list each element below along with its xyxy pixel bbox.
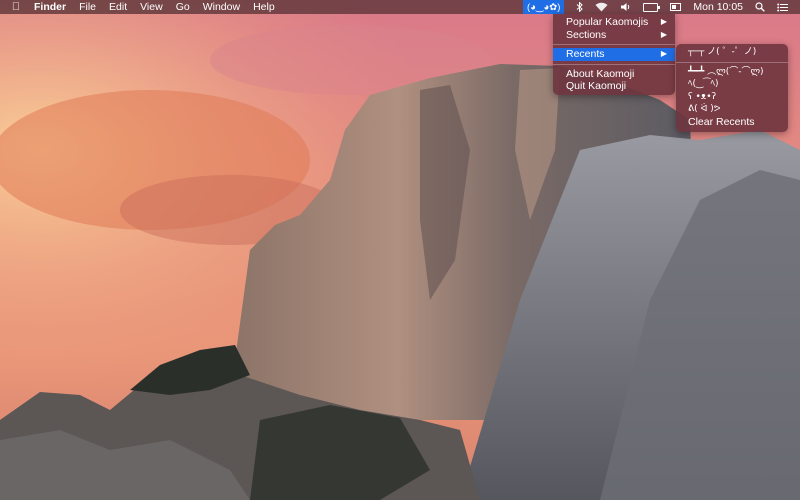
menu-item-label: Sections (566, 28, 607, 41)
menu-separator (676, 61, 788, 63)
menu-item-label: Quit Kaomoji (566, 80, 627, 92)
menu-view[interactable]: View (140, 1, 163, 13)
menu-window[interactable]: Window (203, 1, 240, 13)
menu-item-popular-kaomojis[interactable]: Popular Kaomojis ▶ (553, 16, 675, 29)
submenu-arrow-icon: ▶ (660, 29, 667, 39)
submenu-arrow-icon: ▶ (660, 17, 667, 26)
spotlight-icon[interactable] (755, 2, 765, 12)
menu-go[interactable]: Go (176, 1, 190, 13)
menu-edit[interactable]: Edit (109, 1, 127, 13)
wifi-icon[interactable] (595, 2, 608, 12)
recents-submenu: ┬─┬ ノ( ゜-゜ノ) ┻━┻ ︵ლ(⌒-⌒ლ) ﾍ(‿⁀ﾍ) ʕ •ᴥ•ʔ … (676, 44, 788, 132)
menu-separator (553, 63, 675, 65)
menu-item-label: About Kaomoji (566, 67, 635, 80)
menu-item-label: Recents (566, 48, 605, 60)
menu-item-about[interactable]: About Kaomoji (553, 68, 675, 81)
recent-kaomoji-item[interactable]: ᕕ( ᐛ )ᕗ (676, 103, 788, 116)
menu-item-quit[interactable]: Quit Kaomoji (553, 80, 675, 93)
recent-kaomoji-item[interactable]: ┻━┻ ︵ლ(⌒-⌒ლ) (676, 66, 788, 79)
menu-item-sections[interactable]: Sections ▶ (553, 29, 675, 42)
clear-recents-item[interactable]: Clear Recents (676, 116, 788, 129)
menu-item-recents[interactable]: Recents ▶ (553, 48, 675, 61)
recent-kaomoji-item[interactable]: ┬─┬ ノ( ゜-゜ノ) (676, 46, 788, 59)
menu-bar:  Finder File Edit View Go Window Help (… (0, 0, 800, 14)
menu-file[interactable]: File (79, 1, 96, 13)
notification-center-icon[interactable] (777, 3, 788, 12)
submenu-arrow-icon: ▶ (660, 49, 667, 58)
bluetooth-icon[interactable] (576, 2, 584, 12)
apple-icon[interactable]:  (9, 1, 23, 13)
clock[interactable]: Mon 10:05 (693, 1, 743, 13)
kaomoji-menu: Popular Kaomojis ▶ Sections ▶ Recents ▶ … (553, 14, 675, 95)
display-icon[interactable] (670, 2, 682, 12)
menu-finder[interactable]: Finder (34, 1, 66, 13)
kaomoji-status-item[interactable]: (◕‿◕✿) (522, 0, 565, 14)
menu-separator (553, 44, 675, 45)
recent-kaomoji-item[interactable]: ﾍ(‿⁀ﾍ) (676, 78, 788, 91)
volume-icon[interactable] (620, 2, 631, 12)
menu-help[interactable]: Help (253, 1, 275, 13)
battery-icon[interactable] (643, 2, 661, 12)
status-area: (◕‿◕✿) Mon 10:05 (522, 0, 800, 14)
recent-kaomoji-item[interactable]: ʕ •ᴥ•ʔ (676, 91, 788, 104)
menu-item-label: Popular Kaomojis (566, 16, 649, 28)
